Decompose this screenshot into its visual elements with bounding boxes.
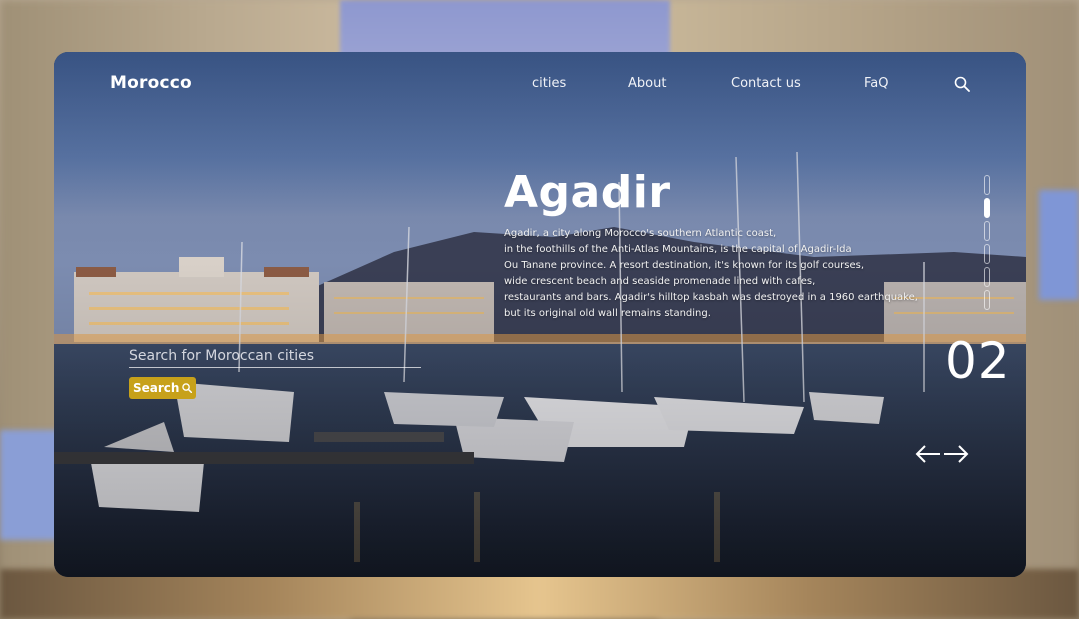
search-icon: [182, 383, 193, 393]
nav-about[interactable]: About: [628, 76, 666, 91]
slide-dot[interactable]: [984, 267, 990, 287]
search-button[interactable]: Search: [129, 377, 197, 399]
background-window-right: [1039, 190, 1079, 300]
hero-description-line: in the foothills of the Anti-Atlas Mount…: [504, 244, 852, 255]
search-input[interactable]: [129, 345, 421, 368]
top-nav: cities About Contact us FaQ: [54, 76, 1026, 96]
hero-description: Agadir, a city along Morocco's southern …: [504, 226, 954, 322]
slide-dot[interactable]: [984, 221, 990, 241]
arrow-left-icon[interactable]: [914, 442, 942, 466]
slide-dot[interactable]: [984, 244, 990, 264]
hero-card: Morocco cities About Contact us FaQ Agad…: [54, 52, 1026, 577]
slide-dot-active[interactable]: [984, 198, 990, 218]
hero-description-line: Agadir, a city along Morocco's southern …: [504, 228, 777, 239]
hero-description-line: Ou Tanane province. A resort destination…: [504, 260, 865, 271]
arrow-right-icon[interactable]: [942, 442, 970, 466]
nav-faq[interactable]: FaQ: [864, 76, 888, 91]
search-icon[interactable]: [954, 76, 970, 92]
hero-description-line: but its original old wall remains standi…: [504, 308, 711, 319]
background-sky: [340, 0, 670, 60]
nav-contact-us[interactable]: Contact us: [731, 76, 801, 91]
slide-dot[interactable]: [984, 290, 990, 310]
hero-description-line: restaurants and bars. Agadir's hilltop k…: [504, 292, 918, 303]
slide-dot[interactable]: [984, 175, 990, 195]
background-window-left: [0, 430, 60, 540]
slide-indicator: [984, 175, 990, 313]
slide-number: 02: [945, 332, 1011, 390]
search-button-label: Search: [133, 381, 180, 395]
hero-description-line: wide crescent beach and seaside promenad…: [504, 276, 816, 287]
slide-arrows: [914, 442, 974, 466]
hero-title: Agadir: [504, 167, 671, 218]
nav-cities[interactable]: cities: [532, 76, 566, 91]
